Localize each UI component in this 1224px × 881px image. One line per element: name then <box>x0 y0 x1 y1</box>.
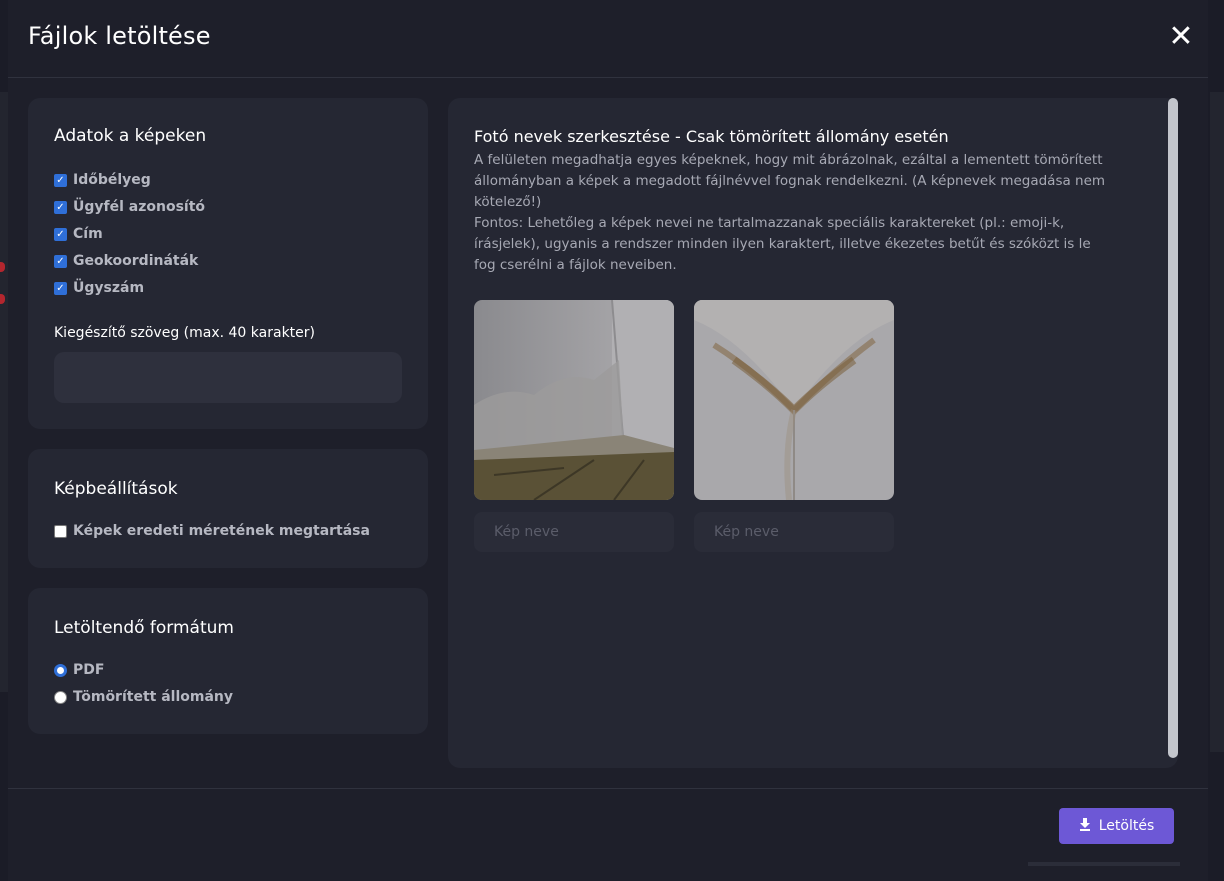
modal-footer: Letöltés <box>8 788 1208 881</box>
image-data-title: Adatok a képeken <box>54 126 207 146</box>
checkbox-unchecked-icon[interactable] <box>54 524 67 538</box>
image-settings-card: Képbeállítások Képek eredeti méretének m… <box>28 449 428 568</box>
format-card: Letöltendő formátum PDF Tömörített állom… <box>28 588 428 734</box>
checkbox-label: Geokoordináták <box>73 253 199 269</box>
extra-text-input[interactable] <box>54 352 402 403</box>
photo-names-description: A felületen megadhatja egyes képeknek, h… <box>474 150 1114 276</box>
checkbox-checked-icon[interactable]: ✓ <box>54 227 67 241</box>
radio-selected-icon[interactable] <box>54 663 67 677</box>
download-label: Letöltés <box>1098 818 1155 834</box>
scrollbar-thumb[interactable] <box>1168 98 1178 758</box>
checkbox-label: Képek eredeti méretének megtartása <box>73 523 370 539</box>
checkbox-checked-icon[interactable]: ✓ <box>54 200 67 214</box>
checkbox-checked-icon[interactable]: ✓ <box>54 254 67 268</box>
background-page-left <box>0 92 8 692</box>
modal-header: Fájlok letöltése ✕ <box>8 0 1208 78</box>
radio-unselected-icon[interactable] <box>54 690 67 704</box>
background-page-right <box>1210 92 1224 752</box>
photo-name-input[interactable] <box>694 512 894 552</box>
extra-text-label: Kiegészítő szöveg (max. 40 karakter) <box>54 325 315 341</box>
photo-name-input[interactable] <box>474 512 674 552</box>
radio-pdf[interactable]: PDF <box>54 660 104 680</box>
download-files-modal: Fájlok letöltése ✕ Adatok a képeken ✓ Id… <box>8 0 1208 881</box>
photo-thumbnail-wall-corner[interactable] <box>474 300 674 500</box>
checkbox-label: Cím <box>73 226 103 242</box>
checkbox-label: Időbélyeg <box>73 172 151 188</box>
photo-names-card: Fotó nevek szerkesztése - Csak tömörítet… <box>448 98 1178 768</box>
radio-compressed[interactable]: Tömörített állomány <box>54 687 233 707</box>
checkbox-client-id[interactable]: ✓ Ügyfél azonosító <box>54 197 205 217</box>
checkbox-address[interactable]: ✓ Cím <box>54 224 103 244</box>
format-title: Letöltendő formátum <box>54 618 234 638</box>
description-text: A felületen megadhatja egyes képeknek, h… <box>474 152 1106 210</box>
checkbox-geocoordinates[interactable]: ✓ Geokoordináták <box>54 251 198 271</box>
image-data-card: Adatok a képeken ✓ Időbélyeg ✓ Ügyfél az… <box>28 98 428 429</box>
checkbox-checked-icon[interactable]: ✓ <box>54 173 67 187</box>
photo-names-title: Fotó nevek szerkesztése - Csak tömörítet… <box>474 127 949 146</box>
download-button[interactable]: Letöltés <box>1059 808 1174 844</box>
checkbox-label: Ügyszám <box>73 280 145 296</box>
warning-text: Fontos: Lehetőleg a képek nevei ne tarta… <box>474 215 1091 273</box>
checkbox-label: Ügyfél azonosító <box>73 199 206 215</box>
checkbox-case-number[interactable]: ✓ Ügyszám <box>54 278 144 298</box>
image-settings-title: Képbeállítások <box>54 479 178 499</box>
radio-label: Tömörített állomány <box>73 689 234 705</box>
checkbox-checked-icon[interactable]: ✓ <box>54 281 67 295</box>
download-icon <box>1079 817 1091 835</box>
radio-label: PDF <box>73 662 105 678</box>
checkbox-keep-original-size[interactable]: Képek eredeti méretének megtartása <box>54 521 370 541</box>
checkbox-timestamp[interactable]: ✓ Időbélyeg <box>54 170 151 190</box>
background-element <box>1028 862 1180 866</box>
close-icon[interactable]: ✕ <box>1166 22 1196 52</box>
modal-title: Fájlok letöltése <box>28 22 211 50</box>
photo-thumbnail-ceiling-stain[interactable] <box>694 300 894 500</box>
